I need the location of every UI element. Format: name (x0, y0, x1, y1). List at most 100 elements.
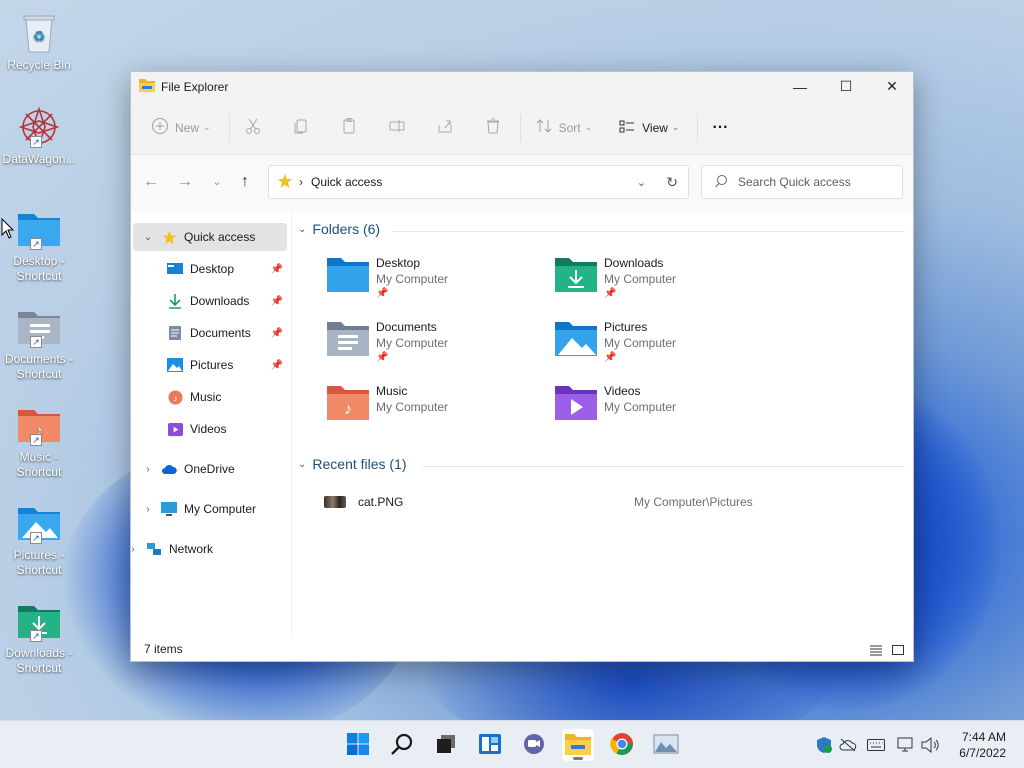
refresh-button[interactable]: ↻ (666, 174, 678, 191)
shortcut-arrow-icon: ↗ (30, 238, 42, 250)
folder-location: My Computer (376, 336, 449, 350)
pin-icon: 📌 (604, 352, 617, 363)
folder-name: Downloads (604, 256, 664, 270)
search-box[interactable]: Search Quick access (701, 165, 903, 199)
recent-locations-button[interactable]: ⌄ (205, 171, 229, 193)
desktop-icon-recycle-bin[interactable]: ♻ Recycle Bin (0, 10, 78, 73)
desktop-icon-documents-shortcut[interactable]: ↗ Documents - Shortcut (0, 304, 78, 382)
sidebar-item-downloads[interactable]: Downloads 📌 (133, 287, 287, 315)
address-bar[interactable]: › Quick access ⌄ ↻ (268, 165, 689, 199)
status-bar: 7 items (131, 637, 913, 661)
windows-logo-icon (346, 732, 370, 759)
folder-tile-downloads[interactable]: Downloads My Computer 📌 (554, 255, 774, 311)
search-button[interactable] (386, 729, 418, 761)
recent-file-row[interactable]: cat.PNG My Computer\Pictures (324, 490, 905, 514)
search-input[interactable]: Search Quick access (738, 175, 851, 189)
task-view-button[interactable] (430, 729, 462, 761)
sidebar-item-onedrive[interactable]: › OneDrive (133, 455, 287, 483)
breadcrumb[interactable]: Quick access (311, 175, 382, 189)
folders-section-header[interactable]: ⌄ Folders (6) (298, 221, 380, 237)
system-clock[interactable]: 7:44 AM 6/7/2022 (946, 729, 1006, 761)
address-history-dropdown[interactable]: ⌄ (637, 176, 646, 189)
rename-icon (388, 117, 406, 138)
share-button[interactable] (430, 112, 460, 144)
sidebar-item-network[interactable]: › Network (131, 535, 287, 563)
recent-files-section-header[interactable]: ⌄ Recent files (1) (298, 456, 407, 472)
clock-time: 7:44 AM (961, 730, 1006, 744)
window-title: File Explorer (161, 79, 229, 94)
chevron-down-icon: ⌄ (203, 122, 211, 132)
copy-button[interactable] (286, 112, 316, 144)
star-icon (161, 229, 177, 245)
chat-button[interactable] (518, 729, 550, 761)
sidebar-item-documents[interactable]: Documents 📌 (133, 319, 287, 347)
details-view-button[interactable] (869, 643, 883, 657)
chrome-button[interactable] (606, 729, 638, 761)
maximize-button[interactable]: ☐ (823, 72, 869, 101)
view-button[interactable]: View ⌄ (612, 112, 685, 144)
widgets-button[interactable] (474, 729, 506, 761)
chevron-down-icon: ⌄ (584, 122, 593, 132)
desktop-icon-music-shortcut[interactable]: ♪ ↗ Music - Shortcut (0, 402, 78, 480)
sidebar-item-my-computer[interactable]: › My Computer (133, 495, 287, 523)
computer-icon (161, 501, 177, 517)
copy-icon (292, 117, 310, 138)
chevron-right-icon[interactable]: › (141, 464, 155, 475)
sidebar-item-quick-access[interactable]: ⌄ Quick access (133, 223, 287, 251)
desktop-folder-icon (326, 255, 370, 295)
sidebar-item-music[interactable]: ♪ Music (133, 383, 287, 411)
keyboard-tray-icon[interactable] (866, 735, 886, 755)
downloads-folder-icon (554, 255, 598, 295)
pin-icon: 📌 (376, 288, 389, 299)
music-icon: ♪ (167, 389, 183, 405)
plus-circle-icon (151, 117, 169, 138)
music-folder-icon: ♪ ↗ (16, 402, 62, 448)
sort-button[interactable]: Sort ⌄ (529, 112, 599, 144)
folder-tile-videos[interactable]: Videos My Computer (554, 383, 774, 439)
tiles-view-button[interactable] (891, 643, 905, 657)
volume-tray-icon[interactable] (920, 735, 940, 755)
sidebar-item-pictures[interactable]: Pictures 📌 (133, 351, 287, 379)
rename-button[interactable] (382, 112, 412, 144)
new-button[interactable]: New ⌄ (145, 112, 217, 144)
desktop-icon-pictures-shortcut[interactable]: ↗ Pictures - Shortcut (0, 500, 78, 578)
more-options-button[interactable]: ··· (706, 112, 734, 144)
folder-tile-music[interactable]: ♪ Music My Computer (326, 383, 546, 439)
forward-button[interactable]: → (173, 171, 197, 193)
sidebar-item-videos[interactable]: Videos (133, 415, 287, 443)
shortcut-arrow-icon: ↗ (30, 136, 42, 148)
sidebar-item-desktop[interactable]: Desktop 📌 (133, 255, 287, 283)
network-tray-icon[interactable] (896, 735, 916, 755)
up-button[interactable]: ↑ (233, 171, 257, 193)
image-viewer-button[interactable] (650, 729, 682, 761)
cut-button[interactable] (238, 112, 268, 144)
desktop-icon-datawagon[interactable]: ↗ DataWagon... (0, 104, 78, 167)
paste-button[interactable] (334, 112, 364, 144)
desktop-icon-label: DataWagon... (2, 152, 76, 166)
pin-icon: 📌 (270, 327, 283, 339)
sidebar-item-label: Pictures (190, 358, 234, 372)
sidebar-item-label: Desktop (190, 262, 235, 276)
folder-location: My Computer (376, 272, 449, 286)
delete-button[interactable] (478, 112, 508, 144)
file-explorer-taskbar-button[interactable] (562, 729, 594, 761)
chevron-down-icon[interactable]: ⌄ (141, 232, 155, 243)
folder-tile-documents[interactable]: Documents My Computer 📌 (326, 319, 546, 375)
folder-tile-desktop[interactable]: Desktop My Computer 📌 (326, 255, 546, 311)
pin-icon: 📌 (604, 288, 617, 299)
image-viewer-icon (653, 734, 679, 757)
onedrive-offline-tray-icon[interactable] (838, 735, 858, 755)
folder-tile-pictures[interactable]: Pictures My Computer 📌 (554, 319, 774, 375)
chevron-down-icon: ⌄ (671, 122, 680, 132)
security-tray-icon[interactable] (814, 735, 834, 755)
trash-icon (484, 117, 502, 138)
maximize-icon: ☐ (839, 78, 853, 94)
svg-text:♪: ♪ (173, 393, 178, 403)
minimize-button[interactable]: — (777, 72, 823, 101)
back-button[interactable]: ← (139, 171, 163, 193)
desktop-icon-label: Downloads - Shortcut (5, 646, 73, 675)
chevron-right-icon[interactable]: › (141, 504, 155, 515)
start-button[interactable] (342, 729, 374, 761)
desktop-icon-downloads-shortcut[interactable]: ↗ Downloads - Shortcut (0, 598, 78, 676)
close-button[interactable]: ✕ (869, 72, 915, 101)
